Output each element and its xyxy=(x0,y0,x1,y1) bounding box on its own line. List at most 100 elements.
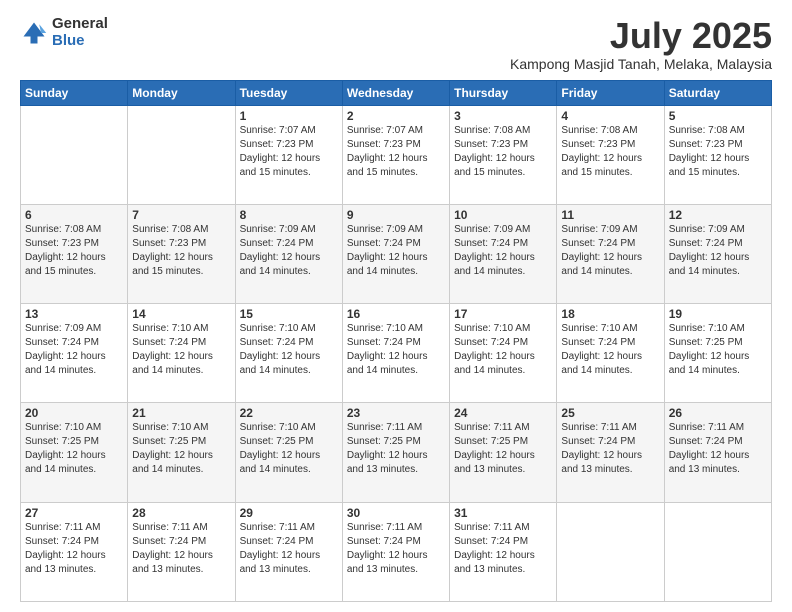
table-row: 9Sunrise: 7:09 AMSunset: 7:24 PMDaylight… xyxy=(342,204,449,303)
day-number: 14 xyxy=(132,307,230,321)
day-info: Sunrise: 7:11 AMSunset: 7:24 PMDaylight:… xyxy=(25,521,123,577)
day-info: Sunrise: 7:11 AMSunset: 7:24 PMDaylight:… xyxy=(454,521,552,577)
day-number: 16 xyxy=(347,307,445,321)
day-info: Sunrise: 7:11 AMSunset: 7:25 PMDaylight:… xyxy=(347,421,445,477)
day-info: Sunrise: 7:10 AMSunset: 7:25 PMDaylight:… xyxy=(132,421,230,477)
day-number: 26 xyxy=(669,406,767,420)
day-number: 19 xyxy=(669,307,767,321)
title-block: July 2025 Kampong Masjid Tanah, Melaka, … xyxy=(510,16,772,72)
table-row: 23Sunrise: 7:11 AMSunset: 7:25 PMDayligh… xyxy=(342,403,449,502)
header-friday: Friday xyxy=(557,80,664,105)
table-row xyxy=(128,105,235,204)
day-info: Sunrise: 7:11 AMSunset: 7:25 PMDaylight:… xyxy=(454,421,552,477)
logo-icon xyxy=(20,19,48,47)
table-row: 26Sunrise: 7:11 AMSunset: 7:24 PMDayligh… xyxy=(664,403,771,502)
day-number: 18 xyxy=(561,307,659,321)
day-number: 9 xyxy=(347,208,445,222)
day-number: 17 xyxy=(454,307,552,321)
header-sunday: Sunday xyxy=(21,80,128,105)
table-row: 18Sunrise: 7:10 AMSunset: 7:24 PMDayligh… xyxy=(557,304,664,403)
day-info: Sunrise: 7:10 AMSunset: 7:24 PMDaylight:… xyxy=(454,322,552,378)
day-info: Sunrise: 7:09 AMSunset: 7:24 PMDaylight:… xyxy=(669,223,767,279)
day-info: Sunrise: 7:10 AMSunset: 7:24 PMDaylight:… xyxy=(347,322,445,378)
day-info: Sunrise: 7:09 AMSunset: 7:24 PMDaylight:… xyxy=(240,223,338,279)
day-info: Sunrise: 7:08 AMSunset: 7:23 PMDaylight:… xyxy=(561,124,659,180)
day-number: 27 xyxy=(25,506,123,520)
day-number: 30 xyxy=(347,506,445,520)
table-row: 5Sunrise: 7:08 AMSunset: 7:23 PMDaylight… xyxy=(664,105,771,204)
table-row: 2Sunrise: 7:07 AMSunset: 7:23 PMDaylight… xyxy=(342,105,449,204)
day-number: 20 xyxy=(25,406,123,420)
day-number: 29 xyxy=(240,506,338,520)
day-info: Sunrise: 7:10 AMSunset: 7:25 PMDaylight:… xyxy=(25,421,123,477)
table-row: 28Sunrise: 7:11 AMSunset: 7:24 PMDayligh… xyxy=(128,502,235,601)
day-number: 28 xyxy=(132,506,230,520)
day-info: Sunrise: 7:07 AMSunset: 7:23 PMDaylight:… xyxy=(347,124,445,180)
calendar-table: Sunday Monday Tuesday Wednesday Thursday… xyxy=(20,80,772,602)
day-number: 2 xyxy=(347,109,445,123)
day-number: 13 xyxy=(25,307,123,321)
table-row: 24Sunrise: 7:11 AMSunset: 7:25 PMDayligh… xyxy=(450,403,557,502)
table-row xyxy=(557,502,664,601)
day-number: 31 xyxy=(454,506,552,520)
table-row: 16Sunrise: 7:10 AMSunset: 7:24 PMDayligh… xyxy=(342,304,449,403)
header-thursday: Thursday xyxy=(450,80,557,105)
table-row: 25Sunrise: 7:11 AMSunset: 7:24 PMDayligh… xyxy=(557,403,664,502)
logo-general-text: General xyxy=(52,16,108,33)
day-number: 7 xyxy=(132,208,230,222)
calendar-week-row: 27Sunrise: 7:11 AMSunset: 7:24 PMDayligh… xyxy=(21,502,772,601)
table-row xyxy=(21,105,128,204)
day-info: Sunrise: 7:08 AMSunset: 7:23 PMDaylight:… xyxy=(669,124,767,180)
table-row: 8Sunrise: 7:09 AMSunset: 7:24 PMDaylight… xyxy=(235,204,342,303)
day-number: 12 xyxy=(669,208,767,222)
day-number: 3 xyxy=(454,109,552,123)
table-row: 4Sunrise: 7:08 AMSunset: 7:23 PMDaylight… xyxy=(557,105,664,204)
table-row: 15Sunrise: 7:10 AMSunset: 7:24 PMDayligh… xyxy=(235,304,342,403)
day-number: 4 xyxy=(561,109,659,123)
day-info: Sunrise: 7:10 AMSunset: 7:24 PMDaylight:… xyxy=(240,322,338,378)
table-row: 17Sunrise: 7:10 AMSunset: 7:24 PMDayligh… xyxy=(450,304,557,403)
day-number: 15 xyxy=(240,307,338,321)
page: General Blue July 2025 Kampong Masjid Ta… xyxy=(0,0,792,612)
table-row: 30Sunrise: 7:11 AMSunset: 7:24 PMDayligh… xyxy=(342,502,449,601)
title-location: Kampong Masjid Tanah, Melaka, Malaysia xyxy=(510,56,772,72)
day-number: 24 xyxy=(454,406,552,420)
day-info: Sunrise: 7:08 AMSunset: 7:23 PMDaylight:… xyxy=(454,124,552,180)
logo-text: General Blue xyxy=(52,16,108,49)
day-number: 21 xyxy=(132,406,230,420)
day-info: Sunrise: 7:09 AMSunset: 7:24 PMDaylight:… xyxy=(561,223,659,279)
day-info: Sunrise: 7:11 AMSunset: 7:24 PMDaylight:… xyxy=(561,421,659,477)
day-number: 23 xyxy=(347,406,445,420)
table-row: 14Sunrise: 7:10 AMSunset: 7:24 PMDayligh… xyxy=(128,304,235,403)
header-wednesday: Wednesday xyxy=(342,80,449,105)
table-row: 3Sunrise: 7:08 AMSunset: 7:23 PMDaylight… xyxy=(450,105,557,204)
day-info: Sunrise: 7:10 AMSunset: 7:24 PMDaylight:… xyxy=(132,322,230,378)
day-number: 1 xyxy=(240,109,338,123)
calendar-header-row: Sunday Monday Tuesday Wednesday Thursday… xyxy=(21,80,772,105)
day-info: Sunrise: 7:10 AMSunset: 7:24 PMDaylight:… xyxy=(561,322,659,378)
day-info: Sunrise: 7:10 AMSunset: 7:25 PMDaylight:… xyxy=(669,322,767,378)
day-info: Sunrise: 7:08 AMSunset: 7:23 PMDaylight:… xyxy=(25,223,123,279)
table-row: 29Sunrise: 7:11 AMSunset: 7:24 PMDayligh… xyxy=(235,502,342,601)
day-number: 10 xyxy=(454,208,552,222)
table-row: 19Sunrise: 7:10 AMSunset: 7:25 PMDayligh… xyxy=(664,304,771,403)
logo-blue-text: Blue xyxy=(52,33,108,50)
day-number: 11 xyxy=(561,208,659,222)
table-row xyxy=(664,502,771,601)
header-saturday: Saturday xyxy=(664,80,771,105)
table-row: 20Sunrise: 7:10 AMSunset: 7:25 PMDayligh… xyxy=(21,403,128,502)
table-row: 11Sunrise: 7:09 AMSunset: 7:24 PMDayligh… xyxy=(557,204,664,303)
day-info: Sunrise: 7:07 AMSunset: 7:23 PMDaylight:… xyxy=(240,124,338,180)
day-info: Sunrise: 7:11 AMSunset: 7:24 PMDaylight:… xyxy=(347,521,445,577)
day-info: Sunrise: 7:09 AMSunset: 7:24 PMDaylight:… xyxy=(25,322,123,378)
table-row: 10Sunrise: 7:09 AMSunset: 7:24 PMDayligh… xyxy=(450,204,557,303)
day-number: 5 xyxy=(669,109,767,123)
header-monday: Monday xyxy=(128,80,235,105)
table-row: 22Sunrise: 7:10 AMSunset: 7:25 PMDayligh… xyxy=(235,403,342,502)
table-row: 31Sunrise: 7:11 AMSunset: 7:24 PMDayligh… xyxy=(450,502,557,601)
calendar-week-row: 6Sunrise: 7:08 AMSunset: 7:23 PMDaylight… xyxy=(21,204,772,303)
day-number: 22 xyxy=(240,406,338,420)
table-row: 7Sunrise: 7:08 AMSunset: 7:23 PMDaylight… xyxy=(128,204,235,303)
title-month: July 2025 xyxy=(510,16,772,56)
table-row: 1Sunrise: 7:07 AMSunset: 7:23 PMDaylight… xyxy=(235,105,342,204)
